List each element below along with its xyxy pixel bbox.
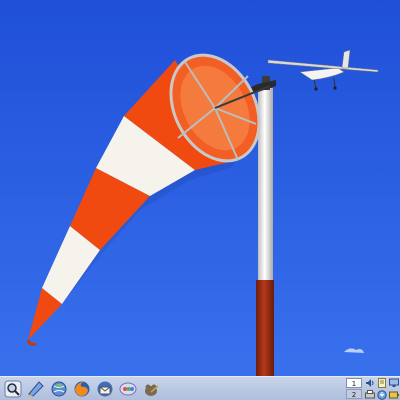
globe-icon[interactable] xyxy=(49,379,69,399)
wallpaper-windsock-photo xyxy=(0,0,400,400)
network-icon[interactable] xyxy=(389,378,399,388)
notes-icon[interactable] xyxy=(377,378,387,388)
desktop: 1 2 xyxy=(0,0,400,400)
magnifier-icon[interactable] xyxy=(3,379,23,399)
workspace-switcher: 1 2 xyxy=(346,378,362,400)
firefox-icon[interactable] xyxy=(72,379,92,399)
taskbar: 1 2 xyxy=(0,376,400,400)
workspace-2-button[interactable]: 2 xyxy=(346,389,362,399)
gimp-icon[interactable] xyxy=(141,379,161,399)
battery-icon[interactable] xyxy=(389,390,399,400)
workspace-1-button[interactable]: 1 xyxy=(346,378,362,388)
update-icon[interactable] xyxy=(377,390,387,400)
thunderbird-icon[interactable] xyxy=(95,379,115,399)
volume-icon[interactable] xyxy=(365,378,375,388)
printer-icon[interactable] xyxy=(365,390,375,400)
pidgin-icon[interactable] xyxy=(118,379,138,399)
file-manager-icon[interactable] xyxy=(26,379,46,399)
